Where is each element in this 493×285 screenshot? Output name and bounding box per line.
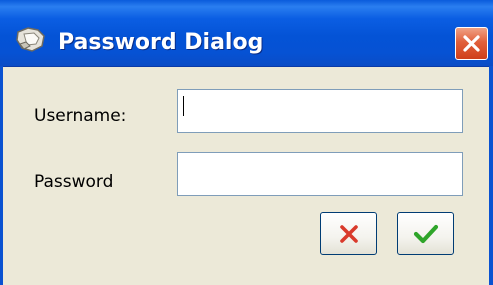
cancel-button[interactable] [320, 212, 377, 255]
username-label: Username: [34, 106, 127, 126]
password-input[interactable] [177, 152, 463, 196]
password-dialog-window: Password Dialog Username: Password [0, 0, 493, 285]
window-frame-right [489, 66, 493, 285]
red-x-icon [339, 224, 358, 243]
close-icon [463, 35, 480, 52]
green-check-icon [413, 224, 438, 243]
username-input[interactable] [177, 89, 463, 133]
close-button[interactable] [455, 27, 488, 60]
text-caret [183, 96, 184, 116]
window-title: Password Dialog [58, 30, 264, 55]
ok-button[interactable] [397, 212, 454, 255]
window-frame-left [0, 66, 3, 285]
title-bar[interactable]: Password Dialog [0, 0, 493, 67]
password-label: Password [34, 172, 114, 192]
hand-key-icon [14, 24, 48, 54]
